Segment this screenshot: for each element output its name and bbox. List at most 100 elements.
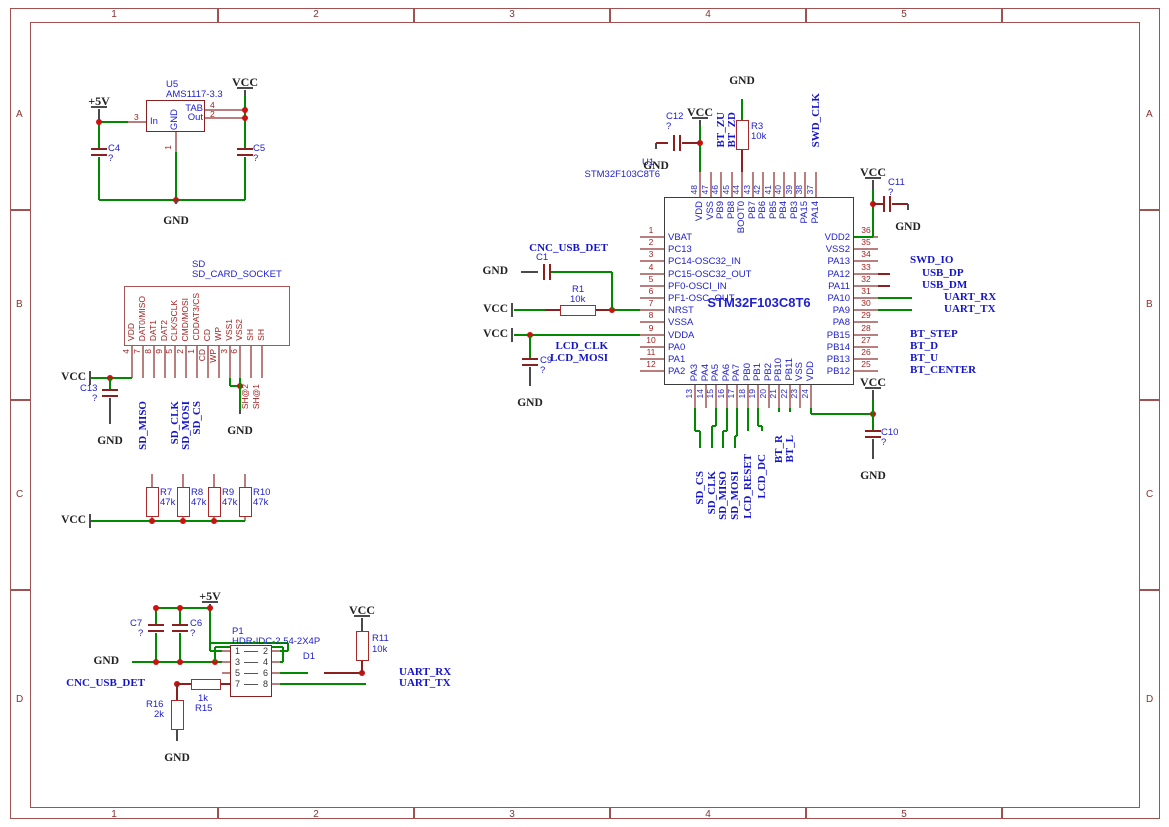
net-label-lcd-clk[interactable]: LCD_CLK (448, 341, 608, 352)
pullup-resistor[interactable] (146, 487, 159, 517)
mcu-pin-name: BOOT0 (737, 201, 747, 233)
mcu-pin-name: PA7 (732, 364, 742, 381)
net-label-sd_mosi[interactable]: SD_MOSI (730, 471, 741, 520)
pin-stub (854, 370, 878, 372)
r3-resistor[interactable] (736, 120, 749, 150)
resistor-value: 47k (253, 498, 268, 508)
frame-col-label-bottom: 3 (509, 810, 515, 820)
mcu-pin-number: 42 (753, 185, 762, 194)
wire (221, 683, 230, 685)
net-label-swd-clk[interactable]: SWD_CLK (811, 93, 822, 147)
wire (757, 408, 759, 426)
net-label-sd-miso[interactable]: SD_MISO (138, 401, 149, 450)
r16-resistor[interactable] (171, 700, 184, 730)
pullup-resistor[interactable] (177, 487, 190, 517)
resistor-ref[interactable]: R15 (195, 704, 212, 714)
net-label-swd_io[interactable]: SWD_IO (910, 255, 953, 266)
junction-dot (211, 518, 217, 524)
regulator-value[interactable]: AMS1117-3.3 (166, 90, 223, 100)
mcu-pin-name: PB14 (690, 343, 850, 353)
connector-value[interactable]: HDR-IDC-2.54-2X4P (232, 637, 320, 647)
cap-value: ? (881, 438, 886, 448)
mcu-pin-number: 10 (646, 336, 655, 345)
net-label-bt_step[interactable]: BT_STEP (910, 329, 958, 340)
pin-stub (272, 672, 280, 674)
wire (872, 180, 874, 190)
net-label-sd_miso[interactable]: SD_MISO (718, 471, 729, 520)
mcu-pin-number: 26 (861, 348, 870, 357)
sd-pin-name: CDDAT3/CS (192, 293, 201, 341)
frame-tick (10, 209, 30, 210)
net-label-lcd-dc[interactable]: LCD_DC (757, 454, 768, 499)
wire (699, 125, 701, 172)
wire (715, 408, 717, 426)
pullup-resistor[interactable] (239, 487, 252, 517)
mcu-pin-number: 47 (701, 185, 710, 194)
pin-stub (151, 474, 153, 487)
frame-row-label-right: D (1146, 695, 1153, 705)
net-label-bt-l[interactable]: BT_L (785, 435, 796, 463)
capacitor-plate (102, 395, 118, 397)
frame-tick (1140, 209, 1160, 210)
net-label-cnc-usb-det[interactable]: CNC_USB_DET (448, 243, 608, 254)
mcu-pin-name: PB4 (779, 201, 789, 219)
net-label-lcd-reset[interactable]: LCD_RESET (743, 454, 754, 519)
gnd-stem (175, 200, 177, 204)
mcu-pin-number: 31 (861, 287, 870, 296)
net-label-bt_u[interactable]: BT_U (910, 353, 938, 364)
net-label-sd-cs[interactable]: SD_CS (192, 401, 203, 435)
mcu-pin-number: 3 (649, 250, 654, 259)
gnd-stem (176, 737, 178, 741)
frame-row-label-left: A (16, 110, 23, 120)
frame-col-label-bottom: 4 (705, 810, 711, 820)
mcu-part-ref-label[interactable]: STM32F103C8T6 (500, 170, 660, 180)
mcu-pin-name: PA9 (690, 306, 850, 316)
sd-pin-name: VDD (127, 323, 136, 341)
sd-socket-value[interactable]: SD_CARD_SOCKET (192, 270, 282, 280)
mcu-pin-number: 15 (706, 389, 715, 398)
net-label-sd_cs[interactable]: SD_CS (695, 471, 706, 505)
wire (177, 683, 191, 685)
gnd-label: GND (348, 266, 508, 278)
diode-ref[interactable]: D1 (303, 652, 315, 662)
mcu-pin-number: 27 (861, 336, 870, 345)
ic-pin-name: Out (43, 113, 203, 123)
wire (98, 122, 100, 148)
pullup-resistor[interactable] (208, 487, 221, 517)
r1-resistor[interactable] (560, 305, 596, 316)
vcc-bar (865, 177, 881, 179)
wire (521, 271, 538, 273)
net-label-usb_dm[interactable]: USB_DM (922, 280, 967, 291)
resistor-ref[interactable]: R11 (372, 634, 389, 644)
frame-col-label-top: 5 (901, 10, 907, 20)
mcu-pin-name: PA2 (668, 367, 685, 377)
sd-pin-name: CD (203, 329, 212, 341)
sd-pin-name: DAT1 (149, 320, 158, 341)
capacitor-plate (679, 135, 681, 151)
r15-resistor[interactable] (191, 679, 221, 690)
net-label-uart_rx[interactable]: UART_RX (944, 292, 996, 303)
net-label-uart-tx[interactable]: UART_TX (399, 678, 451, 689)
wire (722, 431, 724, 448)
net-label-bt_d[interactable]: BT_D (910, 341, 938, 352)
resistor-value: 47k (222, 498, 237, 508)
net-label-cnc-usb-det[interactable]: CNC_USB_DET (0, 678, 145, 689)
resistor-value: 2k (154, 710, 164, 720)
gnd-stem (872, 455, 874, 459)
junction-dot (180, 518, 186, 524)
sd-pin-number: 8 (144, 349, 153, 354)
net-label-uart_tx[interactable]: UART_TX (944, 304, 996, 315)
cap-value: ? (138, 629, 143, 639)
mcu-pin-number: 14 (696, 389, 705, 398)
cap-ref[interactable]: C1 (536, 253, 548, 263)
net-label-bt_center[interactable]: BT_CENTER (910, 365, 976, 376)
frame-tick (805, 808, 806, 819)
net-label-lcd-mosi[interactable]: LCD_MOSI (448, 353, 608, 364)
net-label-usb_dp[interactable]: USB_DP (922, 268, 964, 279)
wire (736, 408, 738, 436)
cap-value: ? (540, 366, 545, 376)
pin-stub (272, 683, 280, 685)
mcu-pin-number: 18 (738, 389, 747, 398)
wire (726, 408, 728, 431)
r11-resistor[interactable] (356, 631, 369, 661)
